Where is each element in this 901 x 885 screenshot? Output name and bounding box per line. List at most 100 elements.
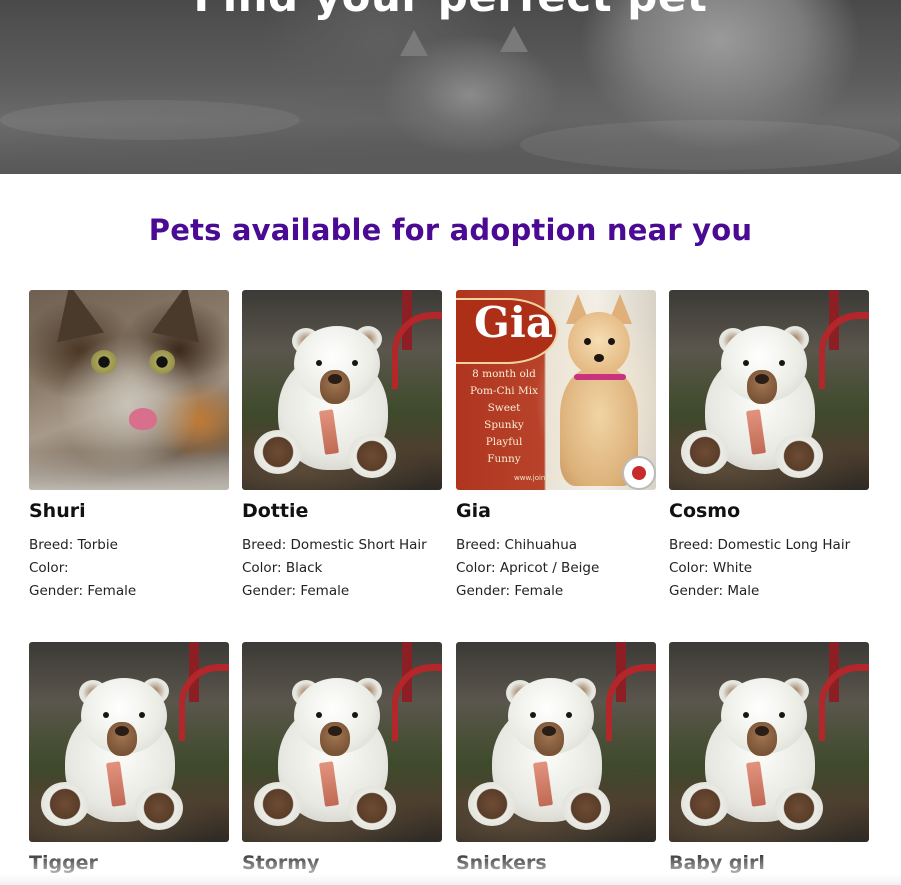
teddy-paw [135,786,183,830]
teddy-eye [103,712,109,718]
pet-name[interactable]: Snickers [456,852,547,874]
teddy-eye [139,712,145,718]
pet-breed: Breed: Domestic Long Hair [669,537,851,553]
pet-photo[interactable] [456,642,656,842]
teddy-eye [566,712,572,718]
pet-breed: Breed: Chihuahua [456,537,578,553]
teddy-eye [779,712,785,718]
pet-photo[interactable] [29,290,229,490]
blanket-fold [0,100,300,140]
pet-card[interactable]: Baby girl [669,642,869,874]
pet-photo[interactable] [242,290,442,490]
pet-photo[interactable] [29,642,229,842]
dog-eye [584,338,591,345]
kitten-ear [500,26,528,52]
teddy-paw [254,430,302,474]
pet-name[interactable]: Dottie [242,500,308,522]
teddy-paw [348,434,396,478]
teddy-eye [779,360,785,366]
pet-color: Color: Black [242,560,323,576]
pet-photo[interactable] [242,642,442,842]
pet-card[interactable]: Dottie Breed: Domestic Short Hair Color:… [242,290,442,599]
flyer-line: 8 month old [472,368,536,380]
pet-photo[interactable]: Gia 8 month old Pom-Chi Mix Sweet Spunky… [456,290,656,490]
teddy-paw [468,782,516,826]
playground-slide [819,664,869,741]
pet-card[interactable]: Gia 8 month old Pom-Chi Mix Sweet Spunky… [456,290,656,599]
teddy-paw [254,782,302,826]
teddy-eye [316,360,322,366]
teddy-nose [755,726,769,736]
teddy-paw [775,786,823,830]
pet-card[interactable]: Snickers [456,642,656,874]
pet-card[interactable]: Stormy [242,642,442,874]
carpet [29,450,229,490]
kitten-ear [400,30,428,56]
teddy-eye [352,712,358,718]
hero-title: Find your perfect pet [0,0,901,21]
teddy-nose [115,726,129,736]
pet-name[interactable]: Tigger [29,852,98,874]
pet-name[interactable]: Shuri [29,500,86,522]
pet-gender: Gender: Male [669,583,760,599]
pet-gender: Gender: Female [29,583,137,599]
pet-gender: Gender: Female [456,583,564,599]
pet-name[interactable]: Baby girl [669,852,765,874]
teddy-eye [530,712,536,718]
teddy-eye [352,360,358,366]
flyer-line: Funny [487,453,521,465]
teddy-nose [755,374,769,384]
playground-slide [819,312,869,389]
dog-nose [594,354,604,362]
flyer-lines: 8 month old Pom-Chi Mix Sweet Spunky Pla… [466,366,542,468]
pet-card[interactable]: Cosmo Breed: Domestic Long Hair Color: W… [669,290,869,599]
pet-details: Breed: Chihuahua Color: Apricot / Beige … [456,534,599,603]
playground-slide [392,312,442,389]
pet-name[interactable]: Stormy [242,852,319,874]
flyer-line: Pom-Chi Mix [470,385,538,397]
pet-details: Breed: Torbie Color: Gender: Female [29,534,136,603]
dog-eye [608,338,615,345]
cat-ear [151,290,211,343]
teddy-paw [681,782,729,826]
section-title: Pets available for adoption near you [148,213,753,247]
hero-banner: Find your perfect pet [0,0,901,174]
blanket-fold [520,120,900,170]
flyer-line: Sweet [487,402,521,414]
pet-details: Breed: Domestic Long Hair Color: White G… [669,534,850,603]
teddy-paw [562,786,610,830]
teddy-eye [743,712,749,718]
pet-color: Color: [29,560,69,576]
cat-eye [91,350,117,374]
flyer-line: Spunky [484,419,524,431]
flyer-line: Playful [485,436,523,448]
teddy-paw [348,786,396,830]
pet-breed: Breed: Torbie [29,537,118,553]
cat-eye [149,350,175,374]
pet-name[interactable]: Gia [456,500,491,522]
pet-details: Breed: Domestic Short Hair Color: Black … [242,534,427,603]
cat-ear [45,290,105,343]
playground-slide [179,664,229,741]
teddy-eye [316,712,322,718]
pet-color: Color: Apricot / Beige [456,560,600,576]
teddy-paw [775,434,823,478]
teddy-eye [743,360,749,366]
teddy-nose [328,374,342,384]
scroll-fade [0,848,901,885]
dog-collar [574,374,626,380]
logo-badge-icon [622,456,656,490]
pet-color: Color: White [669,560,753,576]
dog-head [568,312,630,376]
teddy-paw [681,430,729,474]
playground-slide [606,664,656,741]
flyer-title: Gia [474,298,554,347]
pet-photo[interactable] [669,642,869,842]
pet-card[interactable]: Shuri Breed: Torbie Color: Gender: Femal… [29,290,229,599]
teddy-nose [328,726,342,736]
pet-photo[interactable] [669,290,869,490]
pet-card[interactable]: Tigger [29,642,229,874]
pet-name[interactable]: Cosmo [669,500,740,522]
cat-tongue [129,408,157,430]
teddy-paw [41,782,89,826]
